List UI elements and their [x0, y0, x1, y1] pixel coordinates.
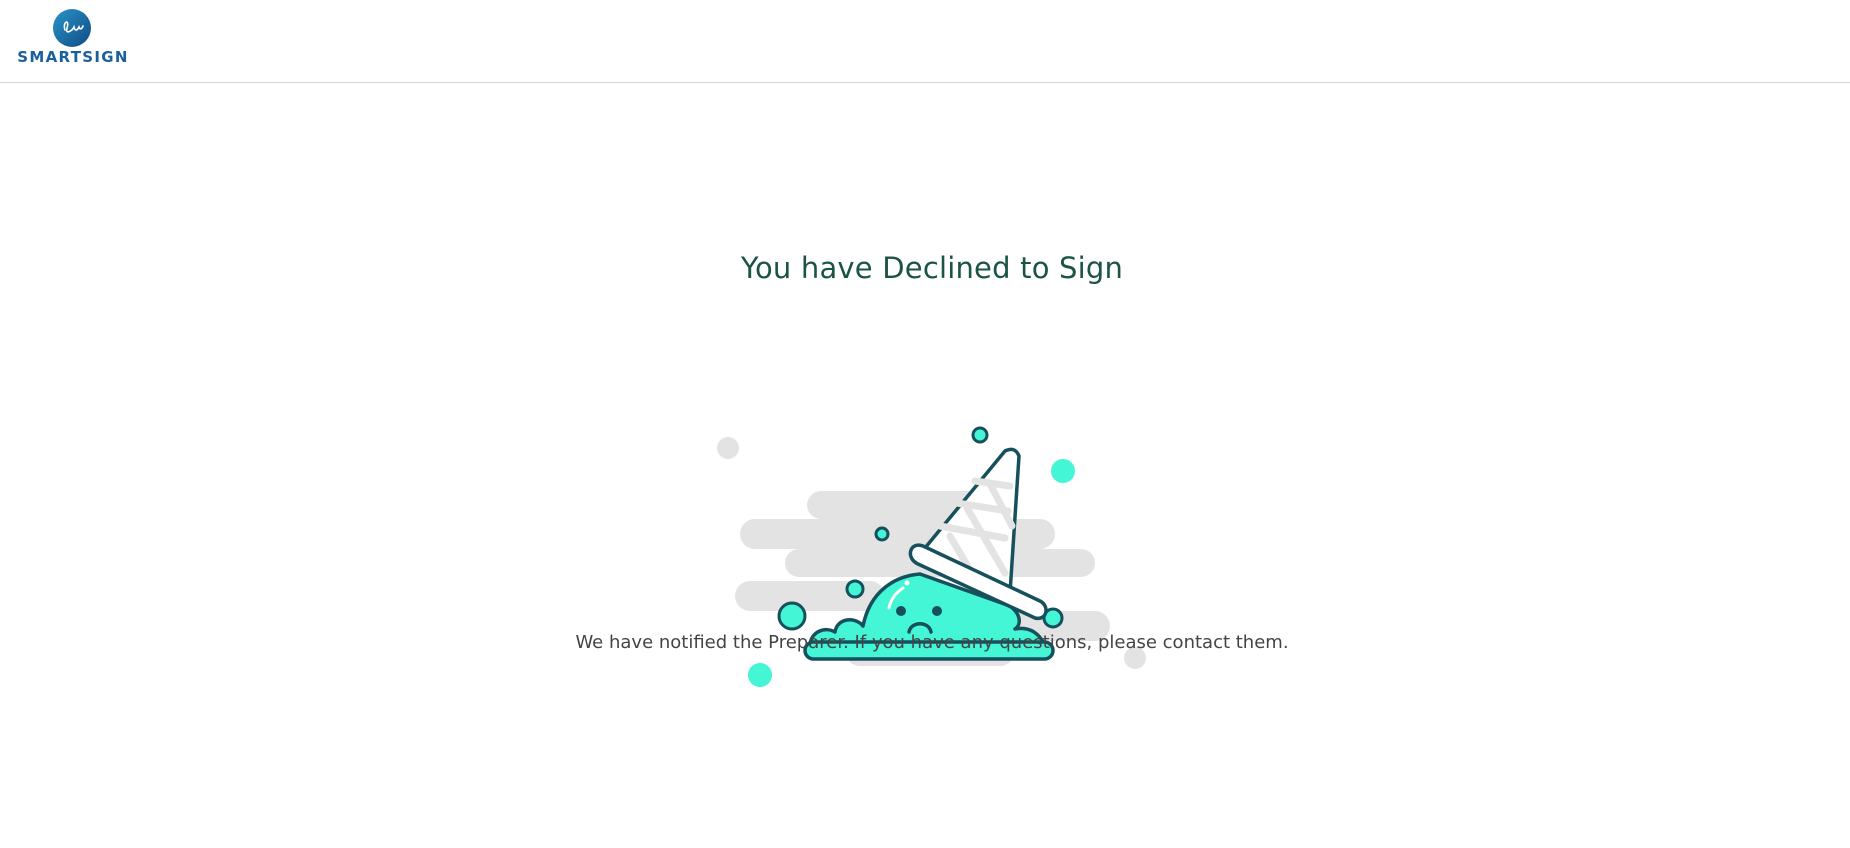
notification-message: We have notified the Preparer. If you ha…	[575, 632, 1289, 653]
signature-icon	[53, 9, 91, 47]
smartsign-logo[interactable]: SMARTSIGN	[10, 6, 136, 68]
logo-text: SMARTSIGN	[17, 48, 129, 66]
main-content: You have Declined to Sign We have notifi…	[0, 83, 1850, 848]
top-header: SMARTSIGN	[0, 0, 1850, 83]
page-title: You have Declined to Sign	[740, 251, 1124, 285]
